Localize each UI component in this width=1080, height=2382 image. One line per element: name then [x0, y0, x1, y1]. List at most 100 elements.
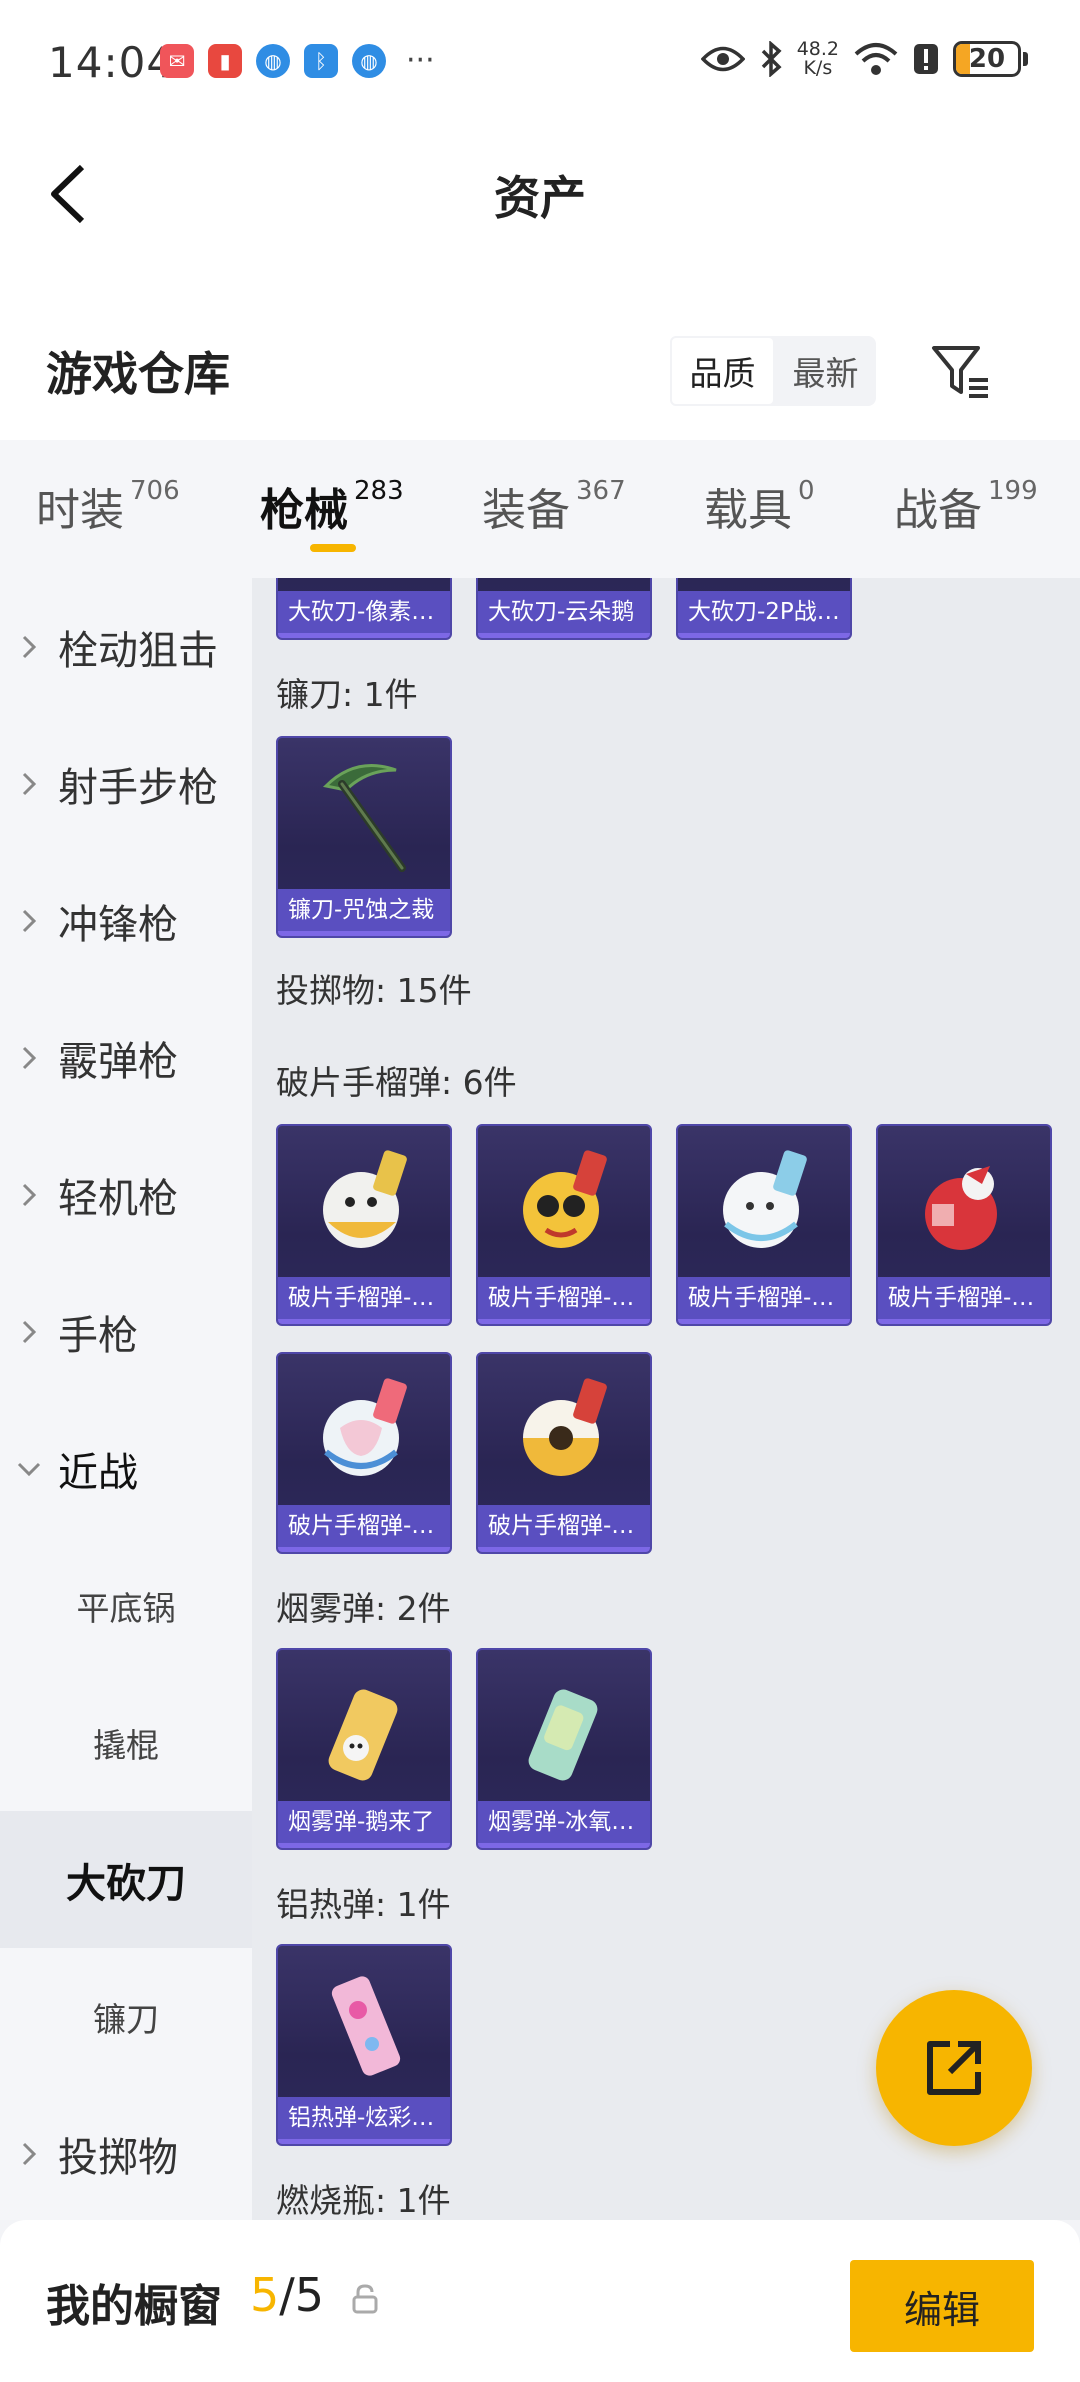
sidebar-item-lmg[interactable]: 轻机枪: [0, 1126, 252, 1263]
sort-newest-button[interactable]: 最新: [775, 336, 876, 406]
grenade-art: [878, 1126, 1050, 1282]
more-notifications-icon: ···: [406, 43, 435, 78]
item-name: 破片手榴弹-…: [278, 1505, 450, 1547]
mail-app-icon: ✉: [160, 44, 194, 78]
battery-icon: 20: [953, 41, 1021, 77]
item-card[interactable]: 大砍刀-云朵鹅: [476, 578, 652, 640]
item-card[interactable]: 破片手榴弹-…: [476, 1124, 652, 1326]
alert-icon: [914, 44, 938, 74]
edit-button[interactable]: 编辑: [850, 2260, 1034, 2352]
app-notification-icon: ▮: [208, 44, 242, 78]
item-name: 铝热弹-炫彩…: [278, 2097, 450, 2139]
tab-fashion[interactable]: 时装 706: [36, 474, 180, 538]
wifi-icon: [854, 43, 898, 75]
sidebar-item-sickle[interactable]: 镰刀: [0, 1948, 252, 2085]
chevron-down-icon: [17, 1462, 41, 1476]
bluetooth-icon: [761, 41, 782, 77]
smoke-grenade-art: [478, 1650, 650, 1806]
item-card[interactable]: 大砍刀-像素…: [276, 578, 452, 640]
group-title-smoke: 烟雾弹: 2件: [276, 1589, 451, 1628]
weapon-category-sidebar: 栓动狙击 射手步枪 冲锋枪 霰弹枪 轻机枪 手枪 近战 平底锅 撬棍 大砍刀 镰…: [0, 578, 252, 2220]
sidebar-item-machete[interactable]: 大砍刀: [0, 1811, 252, 1948]
filter-button[interactable]: [926, 336, 996, 406]
sidebar-item-pistol[interactable]: 手枪: [0, 1263, 252, 1400]
filter-icon: [932, 346, 988, 398]
showcase-bar: 我的橱窗 5/5 编辑: [0, 2220, 1080, 2382]
item-card[interactable]: 烟雾弹-冰氧…: [476, 1648, 652, 1850]
item-card[interactable]: 破片手榴弹-…: [276, 1124, 452, 1326]
grenade-art: [278, 1126, 450, 1282]
page-header: 资产 游戏仓库 品质 最新: [0, 120, 1080, 440]
group-title-sickle: 镰刀: 1件: [276, 675, 418, 714]
grenade-art: [478, 1354, 650, 1510]
smoke-grenade-art: [278, 1650, 450, 1806]
item-grid: 大砍刀-像素… 大砍刀-云朵鹅 大砍刀-2P战… 镰刀: 1件 镰刀-咒蚀之裁 …: [252, 578, 1080, 2220]
group-title-thermite: 铝热弹: 1件: [276, 1885, 451, 1924]
status-time: 14:04: [48, 38, 175, 87]
item-name: 大砍刀-云朵鹅: [478, 591, 650, 633]
share-icon: [927, 2041, 981, 2095]
item-name: 镰刀-咒蚀之裁: [278, 889, 450, 931]
item-name: 破片手榴弹-…: [678, 1277, 850, 1319]
sidebar-item-shotgun[interactable]: 霰弹枪: [0, 989, 252, 1126]
sidebar-item-bolt-sniper[interactable]: 栓动狙击: [0, 578, 252, 715]
browser-icon-2: ◍: [352, 44, 386, 78]
lock-icon[interactable]: [352, 2284, 378, 2314]
battery-tip: [1023, 52, 1028, 66]
browser-icon: ◍: [256, 44, 290, 78]
sidebar-item-melee[interactable]: 近战: [0, 1400, 252, 1537]
item-card[interactable]: 破片手榴弹-…: [676, 1124, 852, 1326]
bluetooth-app-icon: ᛒ: [304, 44, 338, 78]
item-card[interactable]: 镰刀-咒蚀之裁: [276, 736, 452, 938]
grenade-art: [478, 1126, 650, 1282]
showcase-count: 5/5: [250, 2268, 325, 2322]
item-card[interactable]: 破片手榴弹-…: [476, 1352, 652, 1554]
grenade-art: [278, 1354, 450, 1510]
chevron-right-icon: [22, 2142, 36, 2165]
item-name: 破片手榴弹-…: [478, 1277, 650, 1319]
chevron-right-icon: [22, 1183, 36, 1206]
item-name: 破片手榴弹-…: [278, 1277, 450, 1319]
item-name: 大砍刀-2P战…: [678, 591, 850, 633]
chevron-right-icon: [22, 1046, 36, 1069]
notification-icons: ✉ ▮ ◍ ᛒ ◍ ···: [160, 44, 435, 78]
item-card[interactable]: 烟雾弹-鹅来了: [276, 1648, 452, 1850]
tab-equipment[interactable]: 装备 367: [482, 474, 626, 538]
grenade-art: [678, 1126, 850, 1282]
sort-quality-button[interactable]: 品质: [670, 336, 775, 406]
item-name: 烟雾弹-鹅来了: [278, 1801, 450, 1843]
status-bar: 14:04 ✉ ▮ ◍ ᛒ ◍ ··· 48.2 K/s 20: [0, 0, 1080, 120]
sidebar-item-smg[interactable]: 冲锋枪: [0, 852, 252, 989]
eye-icon: [700, 46, 745, 72]
thermite-grenade-art: [278, 1946, 450, 2102]
active-tab-indicator: [310, 544, 356, 552]
group-title-molotov: 燃烧瓶: 1件: [276, 2181, 451, 2220]
share-button[interactable]: [876, 1990, 1032, 2146]
chevron-right-icon: [22, 909, 36, 932]
group-title-throwables: 投掷物: 15件: [276, 971, 472, 1010]
group-title-frag-grenade: 破片手榴弹: 6件: [276, 1063, 517, 1102]
chevron-right-icon: [22, 635, 36, 658]
system-icons: 48.2 K/s 20: [700, 38, 1028, 79]
tab-firearms[interactable]: 枪械 283: [260, 474, 404, 538]
section-title: 游戏仓库: [46, 347, 230, 401]
item-name: 破片手榴弹-…: [878, 1277, 1050, 1319]
chevron-right-icon: [22, 772, 36, 795]
sidebar-item-marksman-rifle[interactable]: 射手步枪: [0, 715, 252, 852]
tab-vehicles[interactable]: 载具 0: [704, 474, 815, 538]
item-card[interactable]: 大砍刀-2P战…: [676, 578, 852, 640]
page-title: 资产: [494, 171, 586, 225]
item-card[interactable]: 破片手榴弹-…: [276, 1352, 452, 1554]
tab-supplies[interactable]: 战备 199: [894, 474, 1038, 538]
sidebar-item-throwables[interactable]: 投掷物: [0, 2085, 252, 2220]
showcase-label: 我的橱窗: [46, 2281, 222, 2332]
item-card[interactable]: 破片手榴弹-…: [876, 1124, 1052, 1326]
item-name: 破片手榴弹-…: [478, 1505, 650, 1547]
category-tabs: 时装 706 枪械 283 装备 367 载具 0 战备 199: [0, 440, 1080, 578]
item-name: 烟雾弹-冰氧…: [478, 1801, 650, 1843]
sidebar-item-crowbar[interactable]: 撬棍: [0, 1674, 252, 1811]
sickle-art: [278, 738, 450, 894]
sidebar-item-frying-pan[interactable]: 平底锅: [0, 1537, 252, 1674]
item-card[interactable]: 铝热弹-炫彩…: [276, 1944, 452, 2146]
network-speed: 48.2 K/s: [796, 38, 839, 79]
